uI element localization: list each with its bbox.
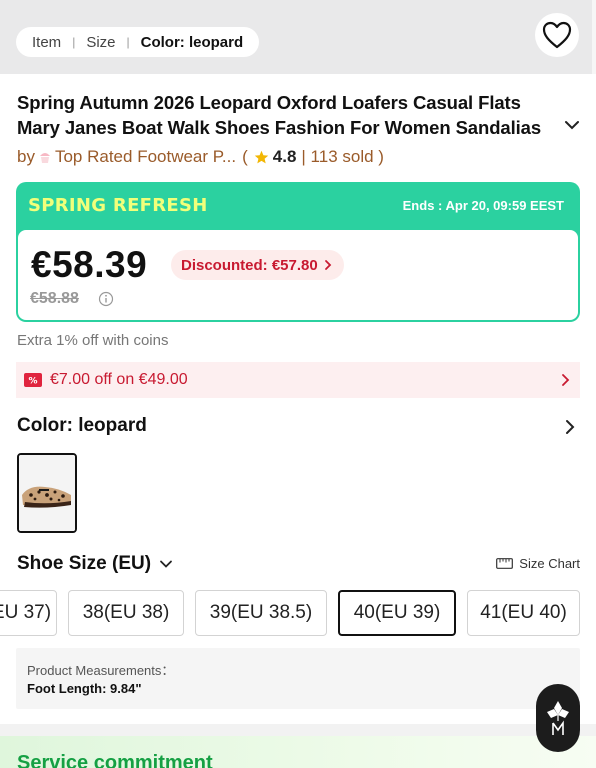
discount-pill[interactable]: Discounted: €57.80 <box>171 250 344 280</box>
size-options: EU 37) 38(EU 38) 39(EU 38.5) 40(EU 39) 4… <box>0 590 596 636</box>
color-swatch-leopard[interactable] <box>17 453 77 533</box>
rating-value: 4.8 <box>272 147 297 166</box>
chevron-down-icon[interactable] <box>563 116 581 134</box>
chevron-right-icon <box>562 374 570 386</box>
promo-end-time: Ends : Apr 20, 09:59 EEST <box>402 198 564 213</box>
wishlist-button[interactable] <box>535 13 579 57</box>
cupcake-icon <box>39 153 50 163</box>
size-option-38[interactable]: 38(EU 38) <box>68 590 184 636</box>
promo-banner: SPRING REFRESH Ends : Apr 20, 09:59 EEST… <box>16 182 580 322</box>
assistant-icon <box>547 701 569 735</box>
original-price: €58.88 <box>30 290 79 307</box>
breadcrumb-separator: | <box>72 35 76 49</box>
size-title-text: Shoe Size (EU) <box>17 553 152 574</box>
breadcrumb-item-size[interactable]: Size <box>86 34 115 51</box>
size-chart-link[interactable]: Size Chart <box>496 556 580 571</box>
by-label: by <box>17 147 35 166</box>
service-title: Service commitment <box>17 752 213 768</box>
discount-label: Discounted: €57.80 <box>181 256 318 274</box>
size-option-label: 40(EU 39) <box>353 602 441 623</box>
breadcrumb-item-item[interactable]: Item <box>32 34 61 51</box>
info-icon[interactable] <box>98 291 114 307</box>
chevron-down-icon <box>160 560 172 568</box>
service-commitment-section: Service commitment <box>0 736 596 768</box>
breadcrumb-separator: | <box>126 35 130 49</box>
promo-name: SPRING REFRESH <box>28 195 208 216</box>
current-price: €58.39 <box>31 244 148 285</box>
open-paren: ( <box>242 147 248 166</box>
breadcrumb-item-color[interactable]: Color: leopard <box>141 34 244 51</box>
product-measurements: Product Measurements： Foot Length: 9.84" <box>16 648 580 709</box>
breadcrumb: Item | Size | Color: leopard <box>16 27 260 57</box>
chevron-right-icon <box>324 260 331 270</box>
color-section-title: Color: leopard <box>17 415 147 436</box>
sold-count: | 113 sold ) <box>301 147 384 166</box>
measurements-label: Product Measurements： <box>27 663 175 678</box>
size-option-label: 38(EU 38) <box>82 602 170 623</box>
size-option-37[interactable]: EU 37) <box>0 590 57 636</box>
svg-text:%: % <box>28 377 37 387</box>
size-option-label: 39(EU 38.5) <box>209 602 313 623</box>
coupon-icon: % <box>24 373 42 387</box>
size-option-label: EU 37) <box>0 602 52 623</box>
size-option-39-selected[interactable]: 40(EU 39) <box>338 590 456 636</box>
price-box: €58.39 Discounted: €57.80 €58.88 <box>18 230 578 320</box>
assistant-button[interactable] <box>536 684 580 752</box>
ruler-icon <box>496 558 514 569</box>
leopard-shoe-thumbnail <box>19 455 75 531</box>
chevron-right-icon[interactable] <box>564 419 576 435</box>
coupon-text: €7.00 off on €49.00 <box>50 371 188 388</box>
seller-name[interactable]: Top Rated Footwear P... <box>55 147 236 167</box>
star-icon <box>254 150 268 163</box>
size-option-label: 41(EU 40) <box>480 602 567 623</box>
section-divider <box>0 724 596 736</box>
size-option-40[interactable]: 41(EU 40) <box>467 590 580 636</box>
heart-icon <box>542 21 572 49</box>
seller-info[interactable]: by Top Rated Footwear P... ( 4.8 | 113 s… <box>17 147 384 167</box>
coupon-row[interactable]: % €7.00 off on €49.00 <box>16 362 580 398</box>
coins-offer: Extra 1% off with coins <box>17 332 169 349</box>
size-option-38-5[interactable]: 39(EU 38.5) <box>195 590 327 636</box>
size-section-title[interactable]: Shoe Size (EU) <box>17 553 173 575</box>
foot-length-value: Foot Length: 9.84" <box>27 681 142 696</box>
size-chart-label: Size Chart <box>519 556 580 571</box>
image-edge <box>592 0 596 74</box>
product-title: Spring Autumn 2026 Leopard Oxford Loafer… <box>17 92 542 138</box>
